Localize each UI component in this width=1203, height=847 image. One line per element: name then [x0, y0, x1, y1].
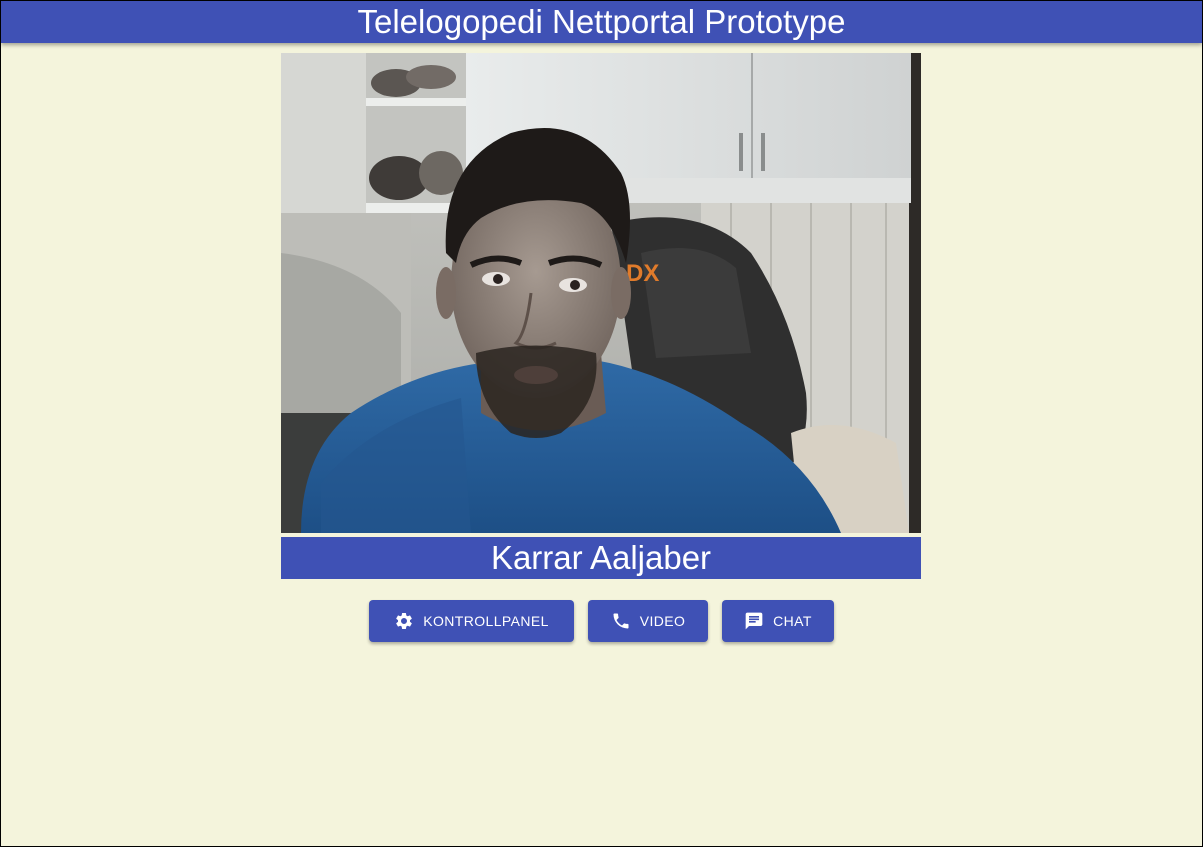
- app-header: Telelogopedi Nettportal Prototype: [1, 1, 1202, 43]
- svg-text:DX: DX: [626, 260, 659, 287]
- page-title: Telelogopedi Nettportal Prototype: [357, 3, 846, 40]
- kontrollpanel-button[interactable]: KONTROLLPANEL: [369, 600, 574, 642]
- participant-name-bar: Karrar Aaljaber: [281, 537, 921, 579]
- phone-icon: [611, 611, 631, 631]
- chat-icon: [744, 611, 764, 631]
- app-frame: Telelogopedi Nettportal Prototype DX Kar…: [0, 0, 1203, 847]
- video-feed: DX: [281, 53, 921, 533]
- webcam-image: DX: [281, 53, 921, 533]
- chat-label: CHAT: [773, 613, 812, 629]
- video-button[interactable]: VIDEO: [588, 600, 708, 642]
- chat-button[interactable]: CHAT: [722, 600, 834, 642]
- participant-name: Karrar Aaljaber: [490, 539, 712, 576]
- kontrollpanel-label: KONTROLLPANEL: [423, 613, 549, 629]
- gear-icon: [394, 611, 414, 631]
- video-label: VIDEO: [639, 613, 686, 629]
